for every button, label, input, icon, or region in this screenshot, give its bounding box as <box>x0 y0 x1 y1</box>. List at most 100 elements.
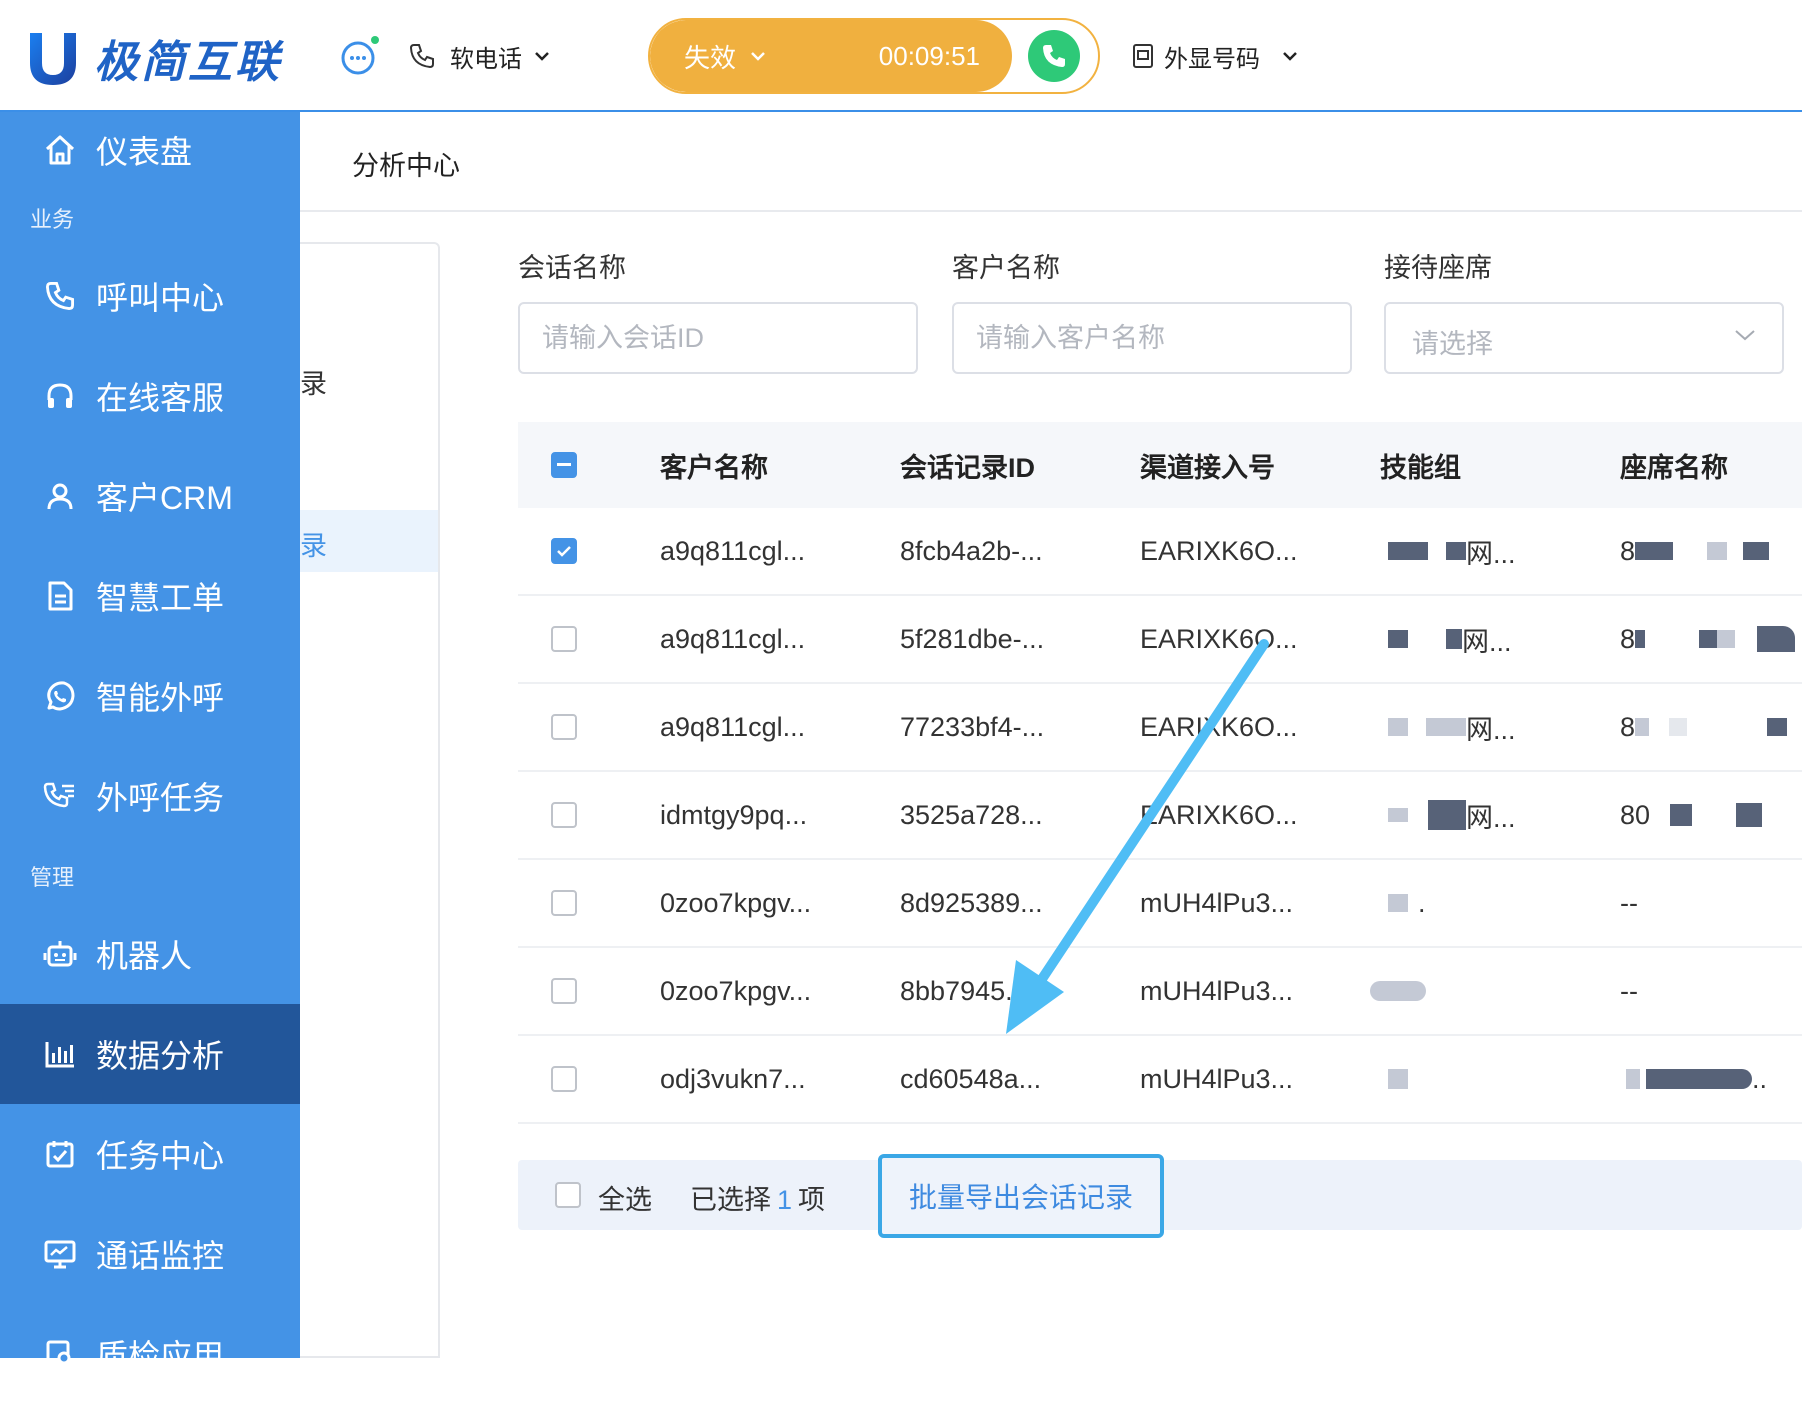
redacted-block <box>1635 542 1674 560</box>
customer-name-cell: a9q811cgl... <box>660 711 806 742</box>
status-dropdown[interactable]: 失效 00:09:51 <box>650 20 1012 92</box>
chat-icon[interactable] <box>338 34 382 78</box>
row-checkbox[interactable] <box>551 538 577 564</box>
agent-name-text: 8 <box>1620 623 1636 654</box>
sidebar-item-dashboard[interactable]: 仪表盘 <box>0 100 300 200</box>
column-header[interactable]: 会话记录ID <box>900 422 1035 508</box>
redacted-block <box>1699 630 1718 648</box>
skill-group-cell: 网... <box>1388 772 1516 858</box>
phone-mode-dropdown[interactable]: 软电话 <box>408 36 550 76</box>
column-header[interactable]: 渠道接入号 <box>1140 422 1275 508</box>
sidebar-item-call-monitor[interactable]: 通话监控 <box>0 1204 300 1304</box>
customer-name-input[interactable] <box>954 304 1350 372</box>
sidebar-item-label: 通话监控 <box>96 1238 225 1274</box>
filter-label-session: 会话名称 <box>518 253 626 283</box>
session-id-cell: 8bb7945... <box>900 975 1028 1006</box>
redacted-block <box>1767 718 1788 736</box>
table-row[interactable]: a9q811cgl... 77233bf4-... EARIXK6O... 网.… <box>518 684 1802 772</box>
sidebar-item-call-center[interactable]: 呼叫中心 <box>0 246 300 346</box>
top-header: 极简互联 软电话 失效 00:09:51 外显号码 <box>0 0 1802 112</box>
agent-name-cell: -- <box>1620 975 1638 1006</box>
channel-cell: EARIXK6O... <box>1140 711 1298 742</box>
sidebar-item-work-order[interactable]: 智慧工单 <box>0 546 300 646</box>
bulk-export-button[interactable]: 批量导出会话记录 <box>878 1154 1164 1238</box>
table-header: 客户名称 会话记录ID 渠道接入号 技能组 座席名称 <box>518 422 1802 508</box>
sidebar-item-label: 数据分析 <box>96 1038 225 1074</box>
channel-cell: EARIXK6O... <box>1140 623 1298 654</box>
sidebar-item-smart-outbound[interactable]: 智能外呼 <box>0 646 300 746</box>
channel-cell: mUH4lPu3... <box>1140 1063 1294 1094</box>
agent-select[interactable]: 请选择 <box>1384 302 1784 374</box>
redacted-block <box>1669 718 1688 736</box>
caller-id-dropdown[interactable]: 外显号码 <box>1132 36 1298 76</box>
select-all-label[interactable]: 全选 <box>598 1178 652 1217</box>
skill-group-cell <box>1370 948 1426 1034</box>
select-all-checkbox[interactable] <box>555 1182 581 1208</box>
header-checkbox[interactable] <box>551 452 577 478</box>
sub-nav-item-active[interactable]: 录 <box>300 510 438 572</box>
sidebar-item-label: 外呼任务 <box>96 780 225 816</box>
customer-name-input-wrap <box>952 302 1352 374</box>
sidebar-item-online-service[interactable]: 在线客服 <box>0 346 300 446</box>
status-label: 失效 <box>684 42 737 73</box>
agent-name-cell: -- <box>1620 887 1638 918</box>
inspect-icon <box>42 1336 78 1372</box>
row-checkbox[interactable] <box>551 714 577 740</box>
agent-name-text: 8 <box>1620 535 1636 566</box>
row-checkbox[interactable] <box>551 626 577 652</box>
session-id-input[interactable] <box>520 304 916 372</box>
sidebar-item-data-analysis[interactable]: 数据分析 <box>0 1004 300 1104</box>
column-header[interactable]: 技能组 <box>1380 422 1461 508</box>
skill-group-text: 网... <box>1462 626 1512 657</box>
sidebar-item-outbound-tasks[interactable]: 外呼任务 <box>0 746 300 846</box>
selected-prefix: 已选择 <box>690 1185 771 1215</box>
sidebar-item-label: 仪表盘 <box>96 134 193 170</box>
chevron-down-icon <box>1283 52 1297 61</box>
call-button[interactable] <box>1028 30 1080 82</box>
row-checkbox[interactable] <box>551 890 577 916</box>
logo-text: 极简互联 <box>94 38 282 87</box>
calendar-check-icon <box>42 1136 78 1172</box>
row-checkbox[interactable] <box>551 802 577 828</box>
row-checkbox[interactable] <box>551 978 577 1004</box>
table-row[interactable]: 0zoo7kpgv... 8bb7945... mUH4lPu3... -- <box>518 948 1802 1036</box>
table-row[interactable]: a9q811cgl... 5f281dbe-... EARIXK6O... 网.… <box>518 596 1802 684</box>
table-row[interactable]: a9q811cgl... 8fcb4a2b-... EARIXK6O... 网.… <box>518 508 1802 596</box>
session-id-cell: cd60548a... <box>900 1063 1042 1094</box>
table-row[interactable]: idmtgy9pq... 3525a728... EARIXK6O... 网..… <box>518 772 1802 860</box>
home-icon <box>42 132 78 168</box>
row-checkbox[interactable] <box>551 1066 577 1092</box>
redacted-block <box>1388 542 1428 560</box>
bulk-action-bar: 全选 已选择 1 项 批量导出会话记录 <box>518 1154 1802 1238</box>
table-row[interactable]: odj3vukn7... cd60548a... mUH4lPu3... .. <box>518 1036 1802 1124</box>
sidebar-item-robot[interactable]: 机器人 <box>0 904 300 1004</box>
agent-name-text: 80 <box>1620 799 1651 830</box>
sidebar-item-quality-inspection[interactable]: 质检应用 <box>0 1304 300 1404</box>
phone-icon <box>409 44 434 69</box>
redacted-block <box>1717 630 1736 648</box>
user-icon <box>42 478 78 514</box>
customer-name-cell: 0zoo7kpgv... <box>660 975 812 1006</box>
redacted-block <box>1426 718 1466 736</box>
redacted-block <box>1388 808 1408 822</box>
agent-name-cell: 8 <box>1620 596 1796 682</box>
sidebar-item-label: 任务中心 <box>96 1138 225 1174</box>
page-header: 分析中心 <box>300 114 1802 212</box>
table-row[interactable]: 0zoo7kpgv... 8d925389... mUH4lPu3... . -… <box>518 860 1802 948</box>
column-header[interactable]: 座席名称 <box>1620 422 1728 508</box>
redacted-block <box>1388 630 1408 648</box>
column-header[interactable]: 客户名称 <box>660 422 768 508</box>
customer-name-cell: 0zoo7kpgv... <box>660 887 812 918</box>
logo: 极简互联 <box>26 28 282 88</box>
skill-group-text: 网... <box>1466 538 1516 569</box>
sub-nav-item-label[interactable]: 录 <box>300 362 327 401</box>
redacted-block <box>1635 718 1650 736</box>
document-icon <box>42 578 78 614</box>
sidebar-item-crm[interactable]: 客户CRM <box>0 446 300 546</box>
sidebar-item-task-center[interactable]: 任务中心 <box>0 1104 300 1204</box>
agent-name-cell: .. <box>1626 1036 1767 1122</box>
page-title: 分析中心 <box>352 151 460 181</box>
phone-list-icon <box>42 778 78 814</box>
redacted-block <box>1743 542 1770 560</box>
redacted-block <box>1370 981 1426 1001</box>
